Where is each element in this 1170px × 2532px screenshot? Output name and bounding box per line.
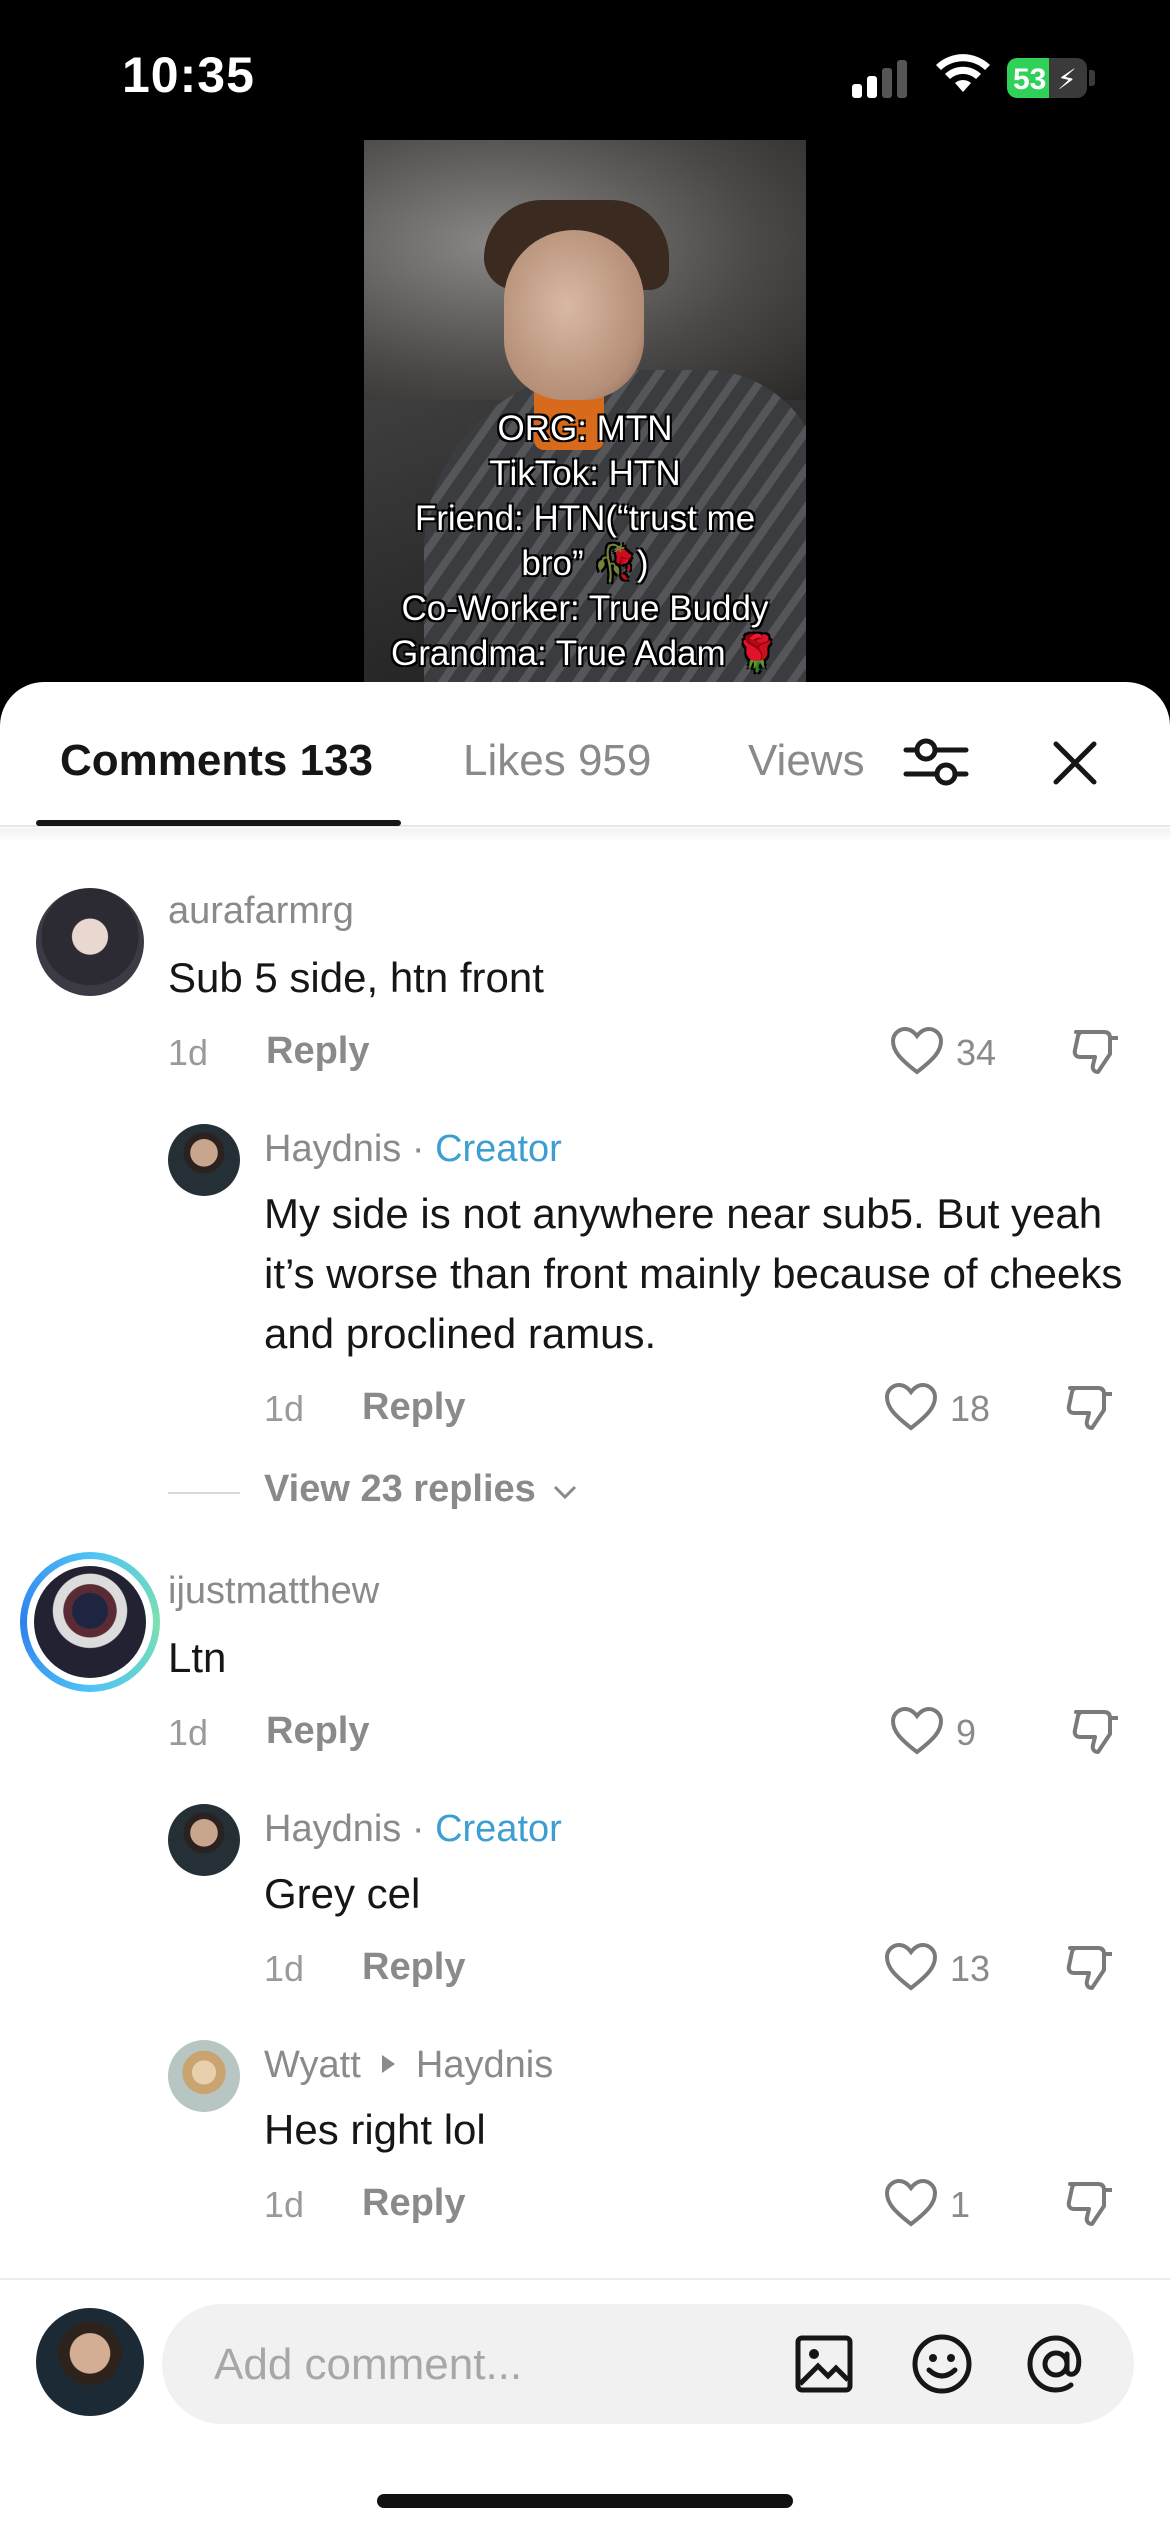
dislike-icon[interactable] [1070, 1706, 1122, 1758]
like-count: 13 [950, 1948, 991, 1989]
user-avatar[interactable] [36, 2308, 144, 2416]
comment-age: 1d [264, 1948, 305, 1989]
status-bar: 10:35 53 ⚡ [0, 0, 1170, 140]
avatar[interactable] [168, 1124, 240, 1196]
like-count: 34 [956, 1032, 997, 1073]
comment-age: 1d [264, 1388, 305, 1429]
video-caption: ORG: MTN TikTok: HTN Friend: HTN(“trust … [364, 406, 806, 676]
wifi-icon [936, 54, 990, 92]
like-count: 1 [950, 2184, 971, 2225]
filter-icon[interactable] [900, 726, 972, 798]
caption-line: bro” 🥀) [521, 544, 649, 583]
username-text: Haydnis [264, 1128, 402, 1170]
comment-username[interactable]: Haydnis · Creator [264, 1808, 562, 1851]
heart-icon[interactable] [884, 1942, 938, 1992]
view-replies-button[interactable]: View 23 replies [264, 1468, 578, 1511]
active-tab-indicator [36, 820, 401, 826]
battery-icon: 53 ⚡ [1007, 58, 1087, 98]
heart-icon[interactable] [890, 1706, 944, 1756]
dislike-icon[interactable] [1064, 1382, 1116, 1434]
emoji-icon[interactable] [910, 2332, 974, 2396]
divider [168, 1492, 240, 1494]
like-count: 18 [950, 1388, 991, 1429]
status-time: 10:35 [122, 47, 255, 103]
reply-to-username: Haydnis [415, 2044, 554, 2086]
comment-username[interactable]: ijustmatthew [168, 1570, 379, 1613]
reply-button[interactable]: Reply [362, 1946, 465, 1989]
reply-button[interactable]: Reply [266, 1030, 369, 1073]
charging-bolt-icon: ⚡ [1057, 64, 1077, 95]
separator: · [401, 1128, 436, 1170]
caption-line: Co-Worker: True Buddy [401, 589, 769, 628]
dislike-icon[interactable] [1064, 2178, 1116, 2230]
dislike-icon[interactable] [1070, 1026, 1122, 1078]
reply-arrow-icon [382, 2055, 396, 2073]
home-indicator [377, 2494, 793, 2508]
caption-line: ORG: MTN [497, 409, 673, 448]
mention-icon[interactable] [1024, 2332, 1088, 2396]
comment-username[interactable]: Haydnis · Creator [264, 1128, 562, 1171]
comment-input[interactable]: Add comment... [162, 2304, 1134, 2424]
comment-text: Sub 5 side, htn front [168, 954, 544, 1001]
comment-text: Ltn [168, 1634, 227, 1681]
comment-username[interactable]: aurafarmrg [168, 890, 354, 933]
creator-badge: Creator [435, 1128, 562, 1170]
cellular-signal-icon [852, 58, 912, 98]
dislike-icon[interactable] [1064, 1942, 1116, 1994]
caption-line: Friend: HTN(“trust me [414, 499, 756, 538]
comment-input-bar: Add comment... [0, 2278, 1170, 2532]
username-text: Wyatt [264, 2044, 361, 2086]
chevron-down-icon [554, 1485, 577, 1500]
input-placeholder: Add comment... [214, 2340, 523, 2389]
heart-icon[interactable] [884, 2178, 938, 2228]
separator: · [401, 1808, 436, 1850]
avatar[interactable] [34, 1566, 146, 1678]
comment-text: Grey cel [264, 1870, 421, 1917]
comment-age: 1d [264, 2184, 305, 2225]
comment-age: 1d [168, 1712, 209, 1753]
avatar[interactable] [36, 888, 144, 996]
battery-nub [1089, 70, 1095, 86]
avatar[interactable] [168, 1804, 240, 1876]
avatar[interactable] [168, 2040, 240, 2112]
image-icon[interactable] [792, 2332, 856, 2396]
comment-username[interactable]: Wyatt Haydnis [264, 2044, 553, 2087]
reply-button[interactable]: Reply [362, 2182, 465, 2225]
view-replies-label: View 23 replies [264, 1468, 536, 1510]
reply-button[interactable]: Reply [362, 1386, 465, 1429]
caption-line: TikTok: HTN [489, 454, 681, 493]
username-text: Haydnis [264, 1808, 402, 1850]
heart-icon[interactable] [884, 1382, 938, 1432]
caption-line: Grandma: True Adam 🌹 [391, 634, 779, 673]
comment-text: Hes right lol [264, 2106, 486, 2153]
tab-bar: Comments 133 Likes 959 Views [0, 682, 1170, 827]
tab-comments[interactable]: Comments 133 [60, 736, 373, 786]
comment-age: 1d [168, 1032, 209, 1073]
creator-badge: Creator [435, 1808, 562, 1850]
like-count: 9 [956, 1712, 977, 1753]
tab-views[interactable]: Views [748, 736, 865, 786]
comment-text: My side is not anywhere near sub5. But y… [264, 1190, 1123, 1357]
tab-likes[interactable]: Likes 959 [463, 736, 651, 786]
heart-icon[interactable] [890, 1026, 944, 1076]
comments-sheet: Comments 133 Likes 959 Views aurafarmrg … [0, 682, 1170, 2532]
close-icon[interactable] [1040, 728, 1110, 798]
battery-percent: 53 [1013, 63, 1047, 96]
reply-button[interactable]: Reply [266, 1710, 369, 1753]
